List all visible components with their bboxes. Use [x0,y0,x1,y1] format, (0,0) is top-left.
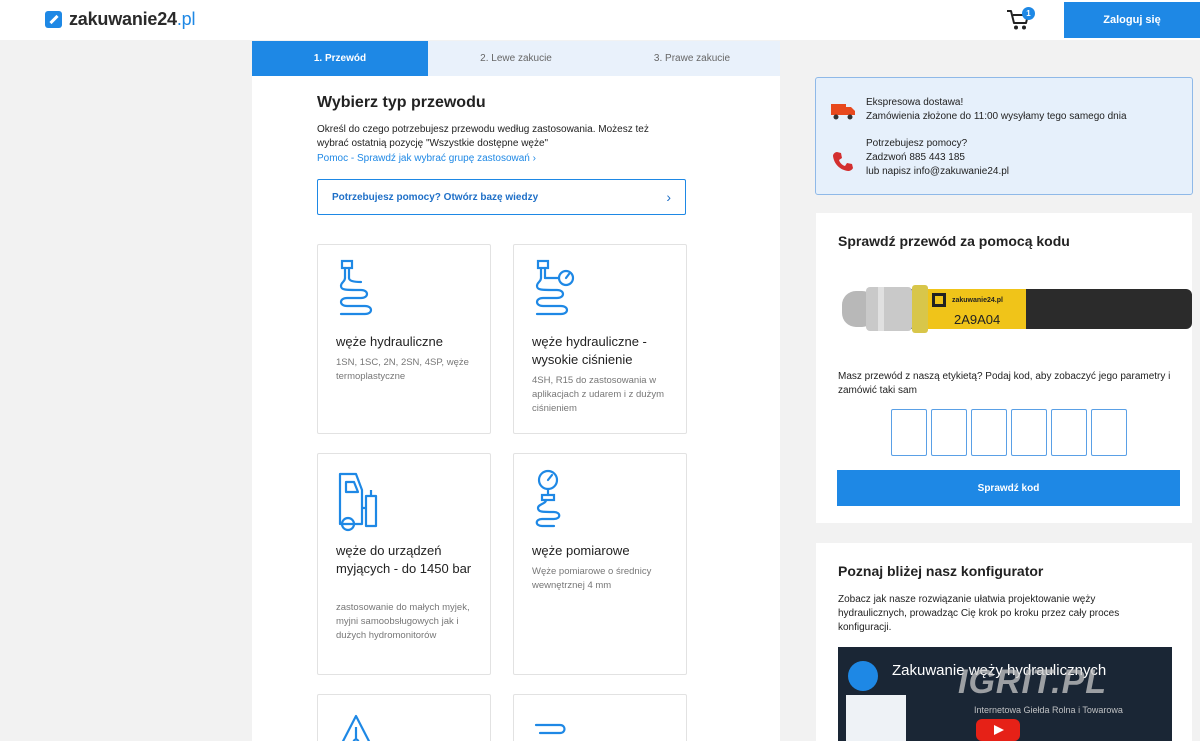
top-bar: zakuwanie24.pl 1 Zaloguj się [0,0,1200,40]
gauge-hose-icon [535,469,561,528]
hose-type-card-high-pressure[interactable]: węże hydrauliczne - wysokie ciśnienie 4S… [513,244,687,434]
card-subtitle: 4SH, R15 do zastosowania w aplikacjach z… [532,375,664,414]
login-button[interactable]: Zaloguj się [1064,2,1200,38]
card-title: węże do urządzeń myjących - do 1450 bar [336,543,472,576]
chevron-right-icon: › [666,189,671,205]
configurator-info-panel: Poznaj bliżej nasz konfigurator Zobacz j… [816,543,1192,741]
knowledge-base-label: Potrzebujesz pomocy? Otwórz bazę wiedzy [332,191,539,203]
code-digit-input[interactable] [1011,409,1047,456]
pressure-washer-icon [338,472,378,532]
phone-icon [833,152,853,171]
tab-step-2[interactable]: 2. Lewe zakucie [428,41,604,76]
code-digit-input[interactable] [1051,409,1087,456]
warning-thermometer-icon [341,714,371,741]
video-player[interactable]: Zakuwanie węży hydraulicznych IGRIT.PL I… [838,647,1172,741]
video-thumbnail [846,695,906,741]
card-subtitle: Węże pomiarowe o średnicy wewnętrznej 4 … [532,566,652,591]
tab-step-3[interactable]: 3. Prawe zakucie [604,41,780,76]
page-description: Określ do czego potrzebujesz przewodu we… [317,124,649,149]
hose-type-card-gauge[interactable]: węże pomiarowe Węże pomiarowe o średnicy… [513,453,687,675]
code-digit-input[interactable] [891,409,927,456]
card-title: węże pomiarowe [532,543,630,558]
hose-type-card-partial[interactable] [317,694,491,741]
cart-count-badge: 1 [1022,7,1035,20]
chevron-right-icon: › [532,153,536,164]
logo-icon [45,11,62,28]
delivery-truck-icon [831,104,855,120]
code-digit-input[interactable] [1091,409,1127,456]
card-subtitle: zastosowanie do małych myjek, myjni samo… [336,602,470,641]
site-logo[interactable]: zakuwanie24.pl [45,9,195,30]
help-link[interactable]: Pomoc - Sprawdź jak wybrać grupę zastoso… [317,153,536,164]
hose-label-image: zakuwanie24.pl 2A9A04 [842,285,1192,333]
configurator-description: Zobacz jak nasze rozwiązanie ułatwia pro… [838,594,1120,633]
code-digit-input[interactable] [931,409,967,456]
code-digit-input[interactable] [971,409,1007,456]
hose-type-card-partial[interactable] [513,694,687,741]
configurator-title: Poznaj bliżej nasz konfigurator [838,563,1044,579]
page-title: Wybierz typ przewodu [317,94,486,111]
card-subtitle: 1SN, 1SC, 2N, 2SN, 4SP, węże termoplasty… [336,357,469,382]
code-check-panel: Sprawdź przewód za pomocą kodu zakuwanie… [816,213,1192,523]
knowledge-base-button[interactable]: Potrzebujesz pomocy? Otwórz bazę wiedzy … [317,179,686,215]
card-title: węże hydrauliczne [336,334,443,349]
play-icon[interactable] [976,719,1020,741]
hydraulic-hose-icon [339,259,373,316]
label-brand: zakuwanie24.pl [952,297,1003,304]
code-description: Masz przewód z naszą etykietą? Podaj kod… [838,371,1171,396]
high-pressure-hose-icon [535,259,575,316]
label-code: 2A9A04 [954,312,1000,327]
info-box: Ekspresowa dostawa! Zamówienia złożone d… [815,77,1193,195]
channel-avatar [848,661,878,691]
delivery-info: Ekspresowa dostawa! Zamówienia złożone d… [866,97,1127,122]
card-title: węże hydrauliczne - wysokie ciśnienie [532,334,647,367]
code-input-group [891,409,1127,456]
code-panel-title: Sprawdź przewód za pomocą kodu [838,233,1070,249]
watermark-subtitle: Internetowa Giełda Rolna i Towarowa [974,705,1123,715]
watermark: IGRIT.PL [958,663,1108,701]
tab-step-1[interactable]: 1. Przewód [252,41,428,76]
hose-type-card-hydraulic[interactable]: węże hydrauliczne 1SN, 1SC, 2N, 2SN, 4SP… [317,244,491,434]
check-code-button[interactable]: Sprawdź kod [837,470,1180,506]
hose-type-card-washer[interactable]: węże do urządzeń myjących - do 1450 bar … [317,453,491,675]
hose-icon [534,723,566,735]
logo-text: zakuwanie24.pl [69,9,196,29]
step-tabs: 1. Przewód 2. Lewe zakucie 3. Prawe zaku… [252,41,780,76]
configurator-panel: 1. Przewód 2. Lewe zakucie 3. Prawe zaku… [252,41,780,741]
help-info: Potrzebujesz pomocy? Zadzwoń 885 443 185… [866,138,1010,177]
